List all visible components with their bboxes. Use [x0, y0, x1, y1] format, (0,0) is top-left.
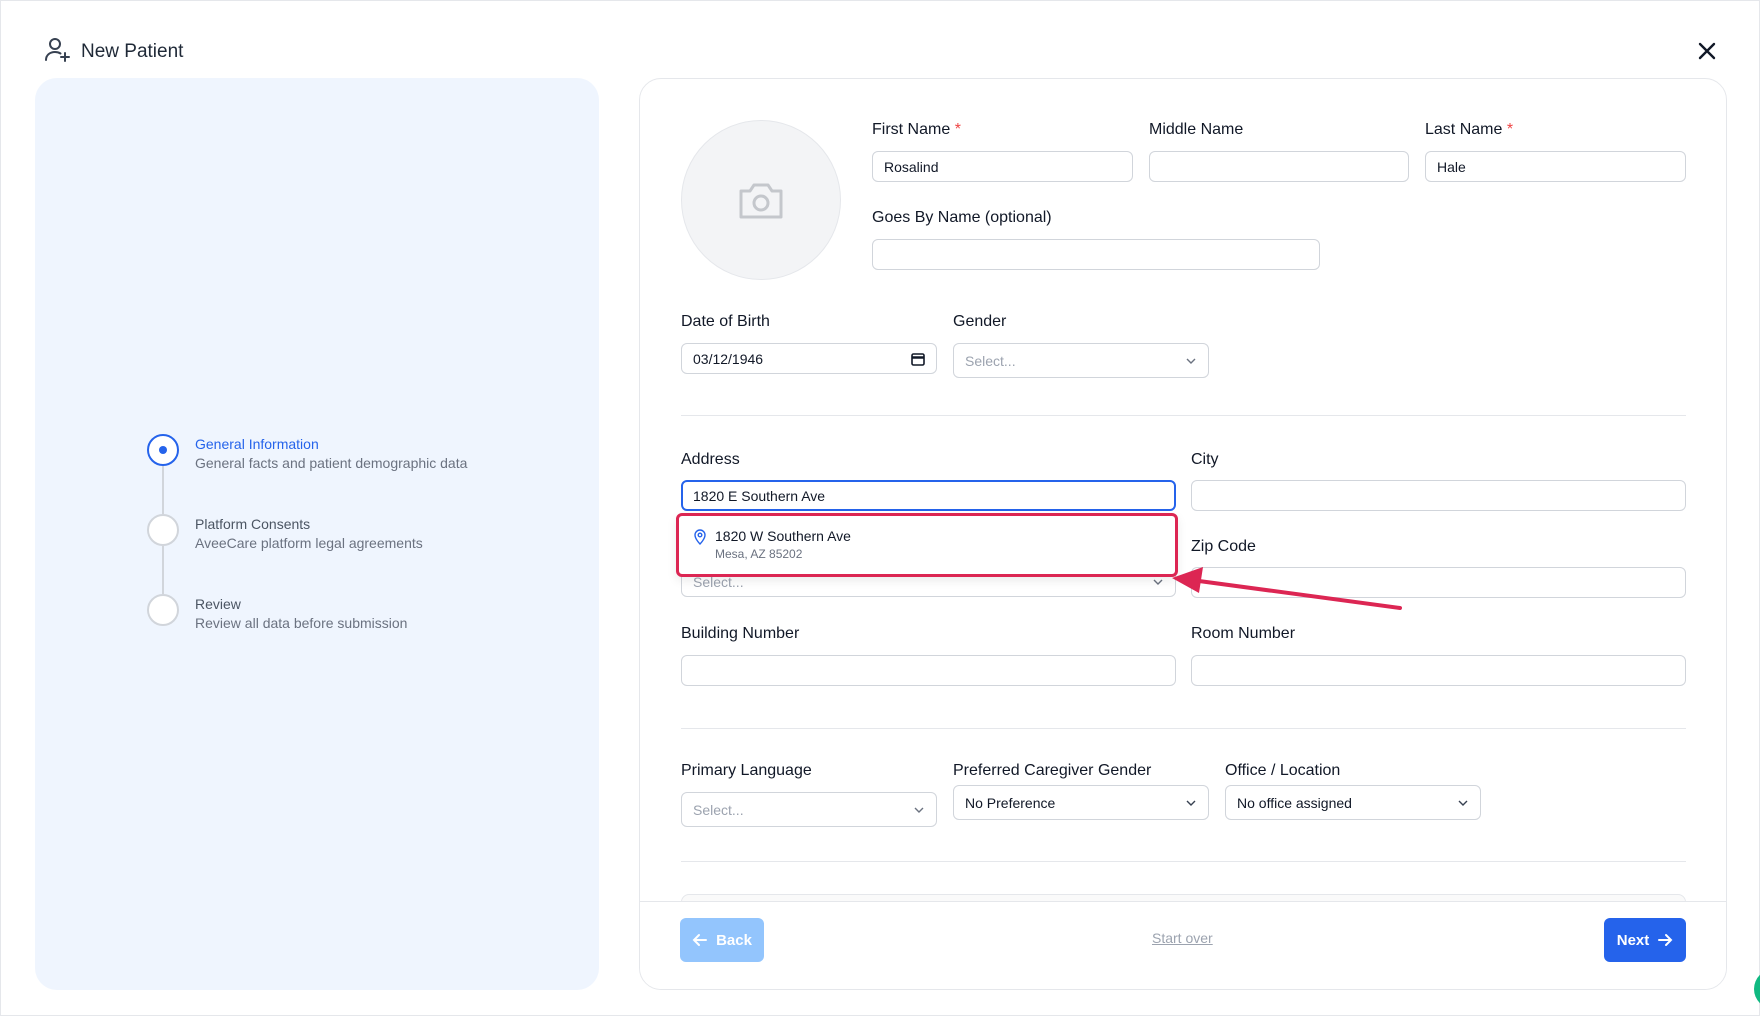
step-general-information[interactable]: General Information General facts and pa… [147, 434, 467, 514]
goes-by-input[interactable] [872, 239, 1320, 270]
suggestion-locality: Mesa, AZ 85202 [715, 547, 803, 561]
new-patient-dialog: New Patient General Information General … [0, 0, 1760, 1016]
form-card: First Name * Rosalind Middle Name Last N… [639, 78, 1727, 990]
step-subtitle: General facts and patient demographic da… [195, 455, 468, 471]
middle-name-input[interactable] [1149, 151, 1409, 182]
primary-language-placeholder: Select... [693, 801, 744, 818]
office-value: No office assigned [1237, 794, 1352, 811]
address-suggestion[interactable]: 1820 W Southern Ave Mesa, AZ 85202 [676, 513, 1178, 577]
city-label: City [1191, 451, 1219, 468]
step-title: Platform Consents [195, 516, 311, 532]
next-label: Next [1616, 931, 1650, 949]
first-name-input[interactable]: Rosalind [872, 151, 1133, 182]
office-label: Office / Location [1225, 762, 1341, 779]
step-subtitle: AveeCare platform legal agreements [195, 535, 423, 551]
step-subtitle: Review all data before submission [195, 615, 408, 631]
address-input[interactable]: 1820 E Southern Ave [681, 480, 1176, 511]
section-divider [681, 861, 1686, 862]
step-indicator-active [147, 434, 179, 466]
dialog-header: New Patient [43, 35, 183, 68]
office-select[interactable]: No office assigned [1225, 785, 1481, 820]
start-over-link[interactable]: Start over [1152, 930, 1213, 946]
back-button[interactable]: Back [680, 918, 764, 962]
stepper-panel: General Information General facts and pa… [35, 78, 599, 990]
stepper: General Information General facts and pa… [147, 434, 467, 674]
caregiver-gender-select[interactable]: No Preference [953, 785, 1209, 820]
primary-language-select[interactable]: Select... [681, 792, 937, 827]
arrow-right-icon [1658, 934, 1673, 946]
gender-select[interactable]: Select... [953, 343, 1209, 378]
back-label: Back [716, 931, 752, 949]
arrow-left-icon [692, 934, 708, 946]
step-title: General Information [195, 436, 319, 452]
chevron-down-icon [1153, 579, 1163, 585]
close-button[interactable] [1695, 39, 1719, 63]
room-input[interactable] [1191, 655, 1686, 686]
section-divider [681, 415, 1686, 416]
building-input[interactable] [681, 655, 1176, 686]
city-input[interactable] [1191, 480, 1686, 511]
step-title: Review [195, 596, 241, 612]
dialog-title: New Patient [81, 40, 184, 62]
camera-icon [739, 183, 783, 219]
first-name-label: First Name * [872, 121, 961, 138]
step-indicator [147, 594, 179, 626]
middle-name-label: Middle Name [1149, 121, 1244, 138]
chevron-down-icon [1186, 800, 1196, 806]
dob-value: 03/12/1946 [693, 350, 764, 367]
map-pin-icon [694, 529, 706, 545]
last-name-input[interactable]: Hale [1425, 151, 1686, 182]
chat-widget[interactable] [1754, 969, 1760, 1009]
user-plus-icon [43, 35, 71, 68]
zip-label: Zip Code [1191, 538, 1256, 555]
step-review[interactable]: Review Review all data before submission [147, 594, 467, 674]
chevron-down-icon [1458, 800, 1468, 806]
gender-placeholder: Select... [965, 352, 1016, 369]
gender-label: Gender [953, 313, 1007, 330]
section-divider [681, 728, 1686, 729]
dob-label: Date of Birth [681, 313, 770, 330]
form-body: First Name * Rosalind Middle Name Last N… [640, 79, 1726, 934]
room-label: Room Number [1191, 625, 1296, 642]
step-connector [162, 466, 164, 514]
chevron-down-icon [914, 807, 924, 813]
last-name-label: Last Name * [1425, 121, 1514, 138]
building-label: Building Number [681, 625, 800, 642]
address-label: Address [681, 451, 740, 468]
step-platform-consents[interactable]: Platform Consents AveeCare platform lega… [147, 514, 467, 594]
caregiver-gender-value: No Preference [965, 794, 1056, 811]
caregiver-gender-label: Preferred Caregiver Gender [953, 762, 1152, 779]
photo-upload[interactable] [681, 120, 841, 280]
zip-input[interactable] [1191, 567, 1686, 598]
close-icon [1698, 42, 1716, 60]
dob-input[interactable]: 03/12/1946 [681, 343, 937, 374]
step-connector [162, 546, 164, 594]
suggestion-street: 1820 W Southern Ave [715, 528, 851, 544]
primary-language-label: Primary Language [681, 762, 812, 779]
chevron-down-icon [1186, 358, 1196, 364]
step-indicator [147, 514, 179, 546]
form-footer: Back Start over Next [640, 901, 1726, 989]
calendar-icon[interactable] [911, 352, 925, 366]
goes-by-label: Goes By Name (optional) [872, 209, 1052, 226]
next-button[interactable]: Next [1604, 918, 1686, 962]
